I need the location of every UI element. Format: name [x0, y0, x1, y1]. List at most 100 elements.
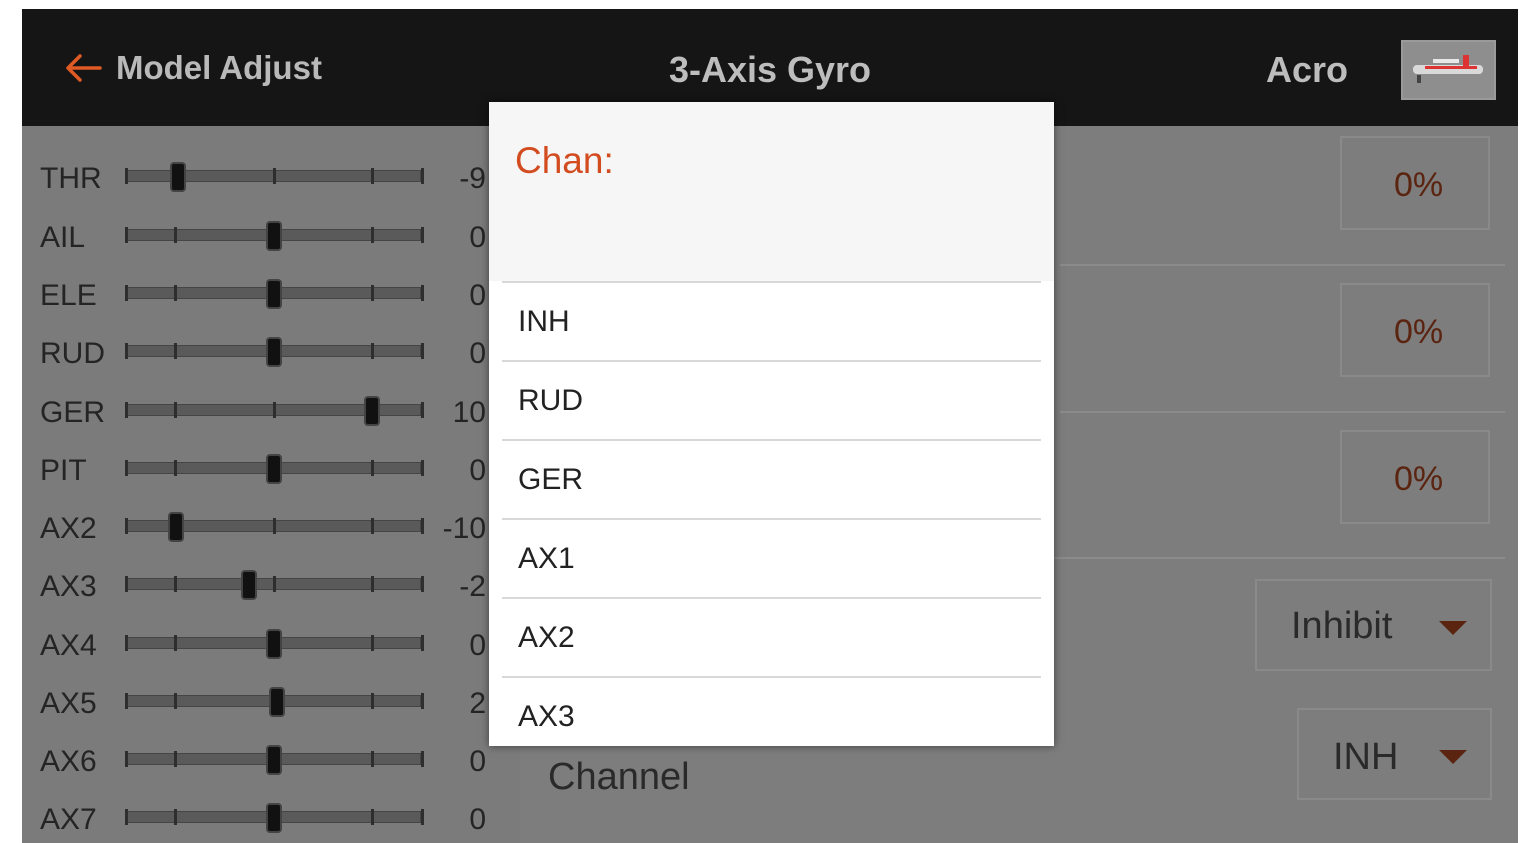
channel-label: GER	[40, 396, 106, 429]
channel-select-dialog: Chan: INH RUD GER AX1 AX2 AX3	[489, 102, 1054, 746]
option-label: GER	[518, 463, 584, 496]
option-label: AX2	[518, 621, 575, 654]
channel-tick	[420, 635, 424, 651]
channel-tick	[371, 285, 375, 301]
channel-tick	[124, 168, 128, 184]
channel-tick	[124, 751, 128, 767]
channel-value: 0	[469, 279, 486, 312]
channel-tick	[371, 576, 375, 592]
channel-tick	[173, 460, 177, 476]
channel-tick	[272, 576, 276, 592]
channel-tick	[124, 460, 128, 476]
channel-tick	[272, 402, 276, 418]
channel-label: AX4	[40, 629, 97, 662]
channel-tick	[124, 285, 128, 301]
channel-row-pit: PIT 0	[22, 448, 520, 488]
channel-row-rud: RUD 0	[22, 331, 520, 371]
channel-value: 0	[469, 221, 486, 254]
mode-dropdown-value: Inhibit	[1291, 605, 1393, 647]
channel-tick	[371, 751, 375, 767]
channel-value: 0	[469, 337, 486, 370]
option-label: RUD	[518, 384, 583, 417]
channel-tick	[420, 518, 424, 534]
channel-tick	[371, 809, 375, 825]
channel-label: AX6	[40, 745, 97, 778]
model-name[interactable]: Acro	[1266, 49, 1348, 91]
gain-value-box-1[interactable]: 0%	[1340, 136, 1490, 230]
channel-tick	[420, 285, 424, 301]
gain-value-2: 0%	[1394, 313, 1444, 351]
channel-tick	[420, 809, 424, 825]
channel-tick	[420, 227, 424, 243]
option-ger[interactable]: GER	[502, 439, 1041, 518]
channel-value: 10	[452, 396, 486, 429]
channel-bar	[124, 337, 424, 367]
channel-dropdown[interactable]: INH	[1297, 708, 1492, 800]
channel-tick	[371, 343, 375, 359]
channel-position-marker	[266, 279, 282, 309]
option-inh[interactable]: INH	[502, 281, 1041, 360]
channel-tick	[173, 751, 177, 767]
chevron-down-icon	[1439, 750, 1467, 764]
channel-tick	[371, 227, 375, 243]
channel-row-ax5: AX5 2	[22, 681, 520, 721]
model-thumbnail[interactable]	[1401, 40, 1496, 100]
channel-value: -10	[442, 512, 486, 545]
channel-position-marker	[266, 221, 282, 251]
gain-value-box-3[interactable]: 0%	[1340, 430, 1490, 524]
channel-label: THR	[40, 162, 102, 195]
channel-label: RUD	[40, 337, 105, 370]
gain-value-3: 0%	[1394, 460, 1444, 498]
channel-position-marker	[268, 687, 285, 717]
channel-position-marker	[240, 570, 257, 600]
channel-tick	[420, 576, 424, 592]
channel-tick	[173, 227, 177, 243]
channel-tick	[173, 343, 177, 359]
channel-bar	[124, 570, 424, 600]
gain-value-1: 0%	[1394, 166, 1444, 204]
channel-tick	[173, 285, 177, 301]
channel-row-ax3: AX3 -2	[22, 564, 520, 604]
channel-bar	[124, 396, 424, 426]
airplane-icon	[1413, 55, 1483, 83]
channel-tick	[173, 402, 177, 418]
mode-dropdown[interactable]: Inhibit	[1255, 579, 1492, 671]
option-rud[interactable]: RUD	[502, 360, 1041, 439]
channel-tick	[173, 635, 177, 651]
dialog-header: Chan:	[489, 102, 1054, 281]
channel-position-marker	[266, 337, 282, 367]
channel-position-marker	[168, 512, 185, 542]
channel-tick	[124, 809, 128, 825]
divider	[1060, 411, 1505, 413]
channel-tick	[124, 635, 128, 651]
channel-row-thr: THR -9	[22, 156, 520, 196]
channel-value: -9	[459, 162, 486, 195]
channel-tick	[124, 576, 128, 592]
channel-label: AX5	[40, 687, 97, 720]
channel-position-marker	[266, 803, 282, 833]
channel-tick	[371, 635, 375, 651]
channel-bar	[124, 279, 424, 309]
channel-label: AIL	[40, 221, 86, 254]
channel-row-ax7: AX7 0	[22, 797, 520, 837]
channel-label: PIT	[40, 454, 87, 487]
channel-setting-label: Channel	[548, 756, 690, 798]
channel-bar	[124, 803, 424, 833]
channel-value: -2	[459, 570, 486, 603]
channel-value: 2	[469, 687, 486, 720]
option-label: AX3	[518, 700, 575, 733]
gain-value-box-2[interactable]: 0%	[1340, 283, 1490, 377]
option-ax2[interactable]: AX2	[502, 597, 1041, 676]
channel-value: 0	[469, 629, 486, 662]
channel-bar	[124, 629, 424, 659]
channel-bar	[124, 745, 424, 775]
channel-position-marker	[266, 745, 282, 775]
channel-tick	[371, 168, 375, 184]
channel-tick	[173, 693, 177, 709]
channel-bar	[124, 454, 424, 484]
channel-bar	[124, 687, 424, 717]
option-ax3[interactable]: AX3	[502, 676, 1041, 746]
channel-position-marker	[169, 162, 186, 192]
channel-bar	[124, 162, 424, 192]
option-ax1[interactable]: AX1	[502, 518, 1041, 597]
